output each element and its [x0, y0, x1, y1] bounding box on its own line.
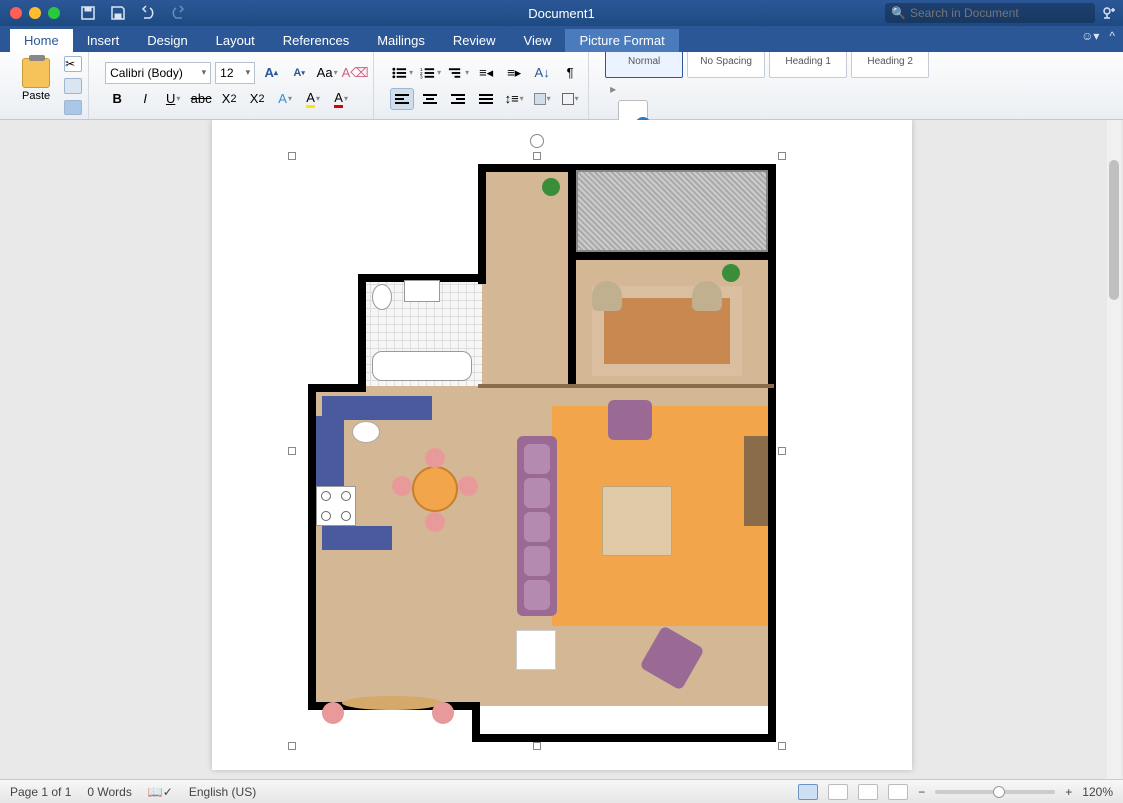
text-effects-button[interactable]: A▾: [273, 88, 297, 110]
paste-label: Paste: [22, 90, 50, 102]
page-indicator[interactable]: Page 1 of 1: [10, 785, 71, 799]
format-painter-icon[interactable]: [64, 100, 82, 116]
strikethrough-button[interactable]: abc: [189, 88, 213, 110]
vertical-scrollbar[interactable]: [1107, 120, 1121, 779]
zoom-level[interactable]: 120%: [1082, 785, 1113, 799]
change-case-button[interactable]: Aa▾: [315, 62, 339, 84]
view-outline-button[interactable]: [858, 784, 878, 800]
align-right-button[interactable]: [446, 88, 470, 110]
clear-formatting-button[interactable]: A⌫: [343, 62, 367, 84]
paste-button[interactable]: Paste: [14, 56, 58, 115]
view-print-layout-button[interactable]: [798, 784, 818, 800]
language-indicator[interactable]: English (US): [189, 785, 256, 799]
floor-plan-image: [292, 156, 782, 746]
tab-layout[interactable]: Layout: [202, 29, 269, 52]
tab-insert[interactable]: Insert: [73, 29, 134, 52]
superscript-button[interactable]: X2: [245, 88, 269, 110]
feedback-icon[interactable]: ☺▾: [1081, 29, 1099, 43]
titlebar: Document1 🔍: [0, 0, 1123, 26]
subscript-button[interactable]: X2: [217, 88, 241, 110]
ribbon-tabs: Home Insert Design Layout References Mai…: [0, 26, 1123, 52]
styles-more-button[interactable]: ▸: [605, 82, 621, 96]
font-name-combo[interactable]: Calibri (Body)▾: [105, 62, 211, 84]
decrease-indent-button[interactable]: ≡◂: [474, 62, 498, 84]
zoom-knob[interactable]: [993, 786, 1005, 798]
scrollbar-thumb[interactable]: [1109, 160, 1119, 300]
statusbar: Page 1 of 1 0 Words 📖✓ English (US) − + …: [0, 779, 1123, 803]
collapse-ribbon-icon[interactable]: ^: [1109, 29, 1115, 43]
font-group: Calibri (Body)▾ 12▾ A▴ A▾ Aa▾ A⌫ B I U▾ …: [99, 52, 374, 119]
clipboard-group: Paste ✂: [8, 52, 89, 119]
page: [212, 120, 912, 770]
redo-icon[interactable]: [170, 5, 186, 21]
bold-button[interactable]: B: [105, 88, 129, 110]
tab-picture-format[interactable]: Picture Format: [565, 29, 678, 52]
styles-group: AaBbCcDdEeNormalAaBbCcDdEeNo SpacingAaBb…: [599, 52, 935, 119]
font-size-combo[interactable]: 12▾: [215, 62, 255, 84]
image-selection[interactable]: [292, 156, 782, 746]
document-area[interactable]: [0, 120, 1123, 779]
shading-button[interactable]: ▾: [530, 88, 554, 110]
zoom-out-button[interactable]: −: [918, 785, 925, 799]
spellcheck-icon[interactable]: 📖✓: [148, 785, 173, 799]
tab-design[interactable]: Design: [133, 29, 201, 52]
tab-review[interactable]: Review: [439, 29, 510, 52]
window-controls: [0, 7, 60, 19]
italic-button[interactable]: I: [133, 88, 157, 110]
save-icon[interactable]: [110, 5, 126, 21]
increase-indent-button[interactable]: ≡▸: [502, 62, 526, 84]
tab-mailings[interactable]: Mailings: [363, 29, 439, 52]
tab-view[interactable]: View: [510, 29, 566, 52]
quick-access: [80, 5, 186, 21]
undo-icon[interactable]: [140, 5, 156, 21]
font-color-button[interactable]: A▾: [329, 88, 353, 110]
bullets-button[interactable]: ▾: [390, 62, 414, 84]
search-input[interactable]: [910, 6, 1089, 20]
zoom-slider[interactable]: [935, 790, 1055, 794]
maximize-window-button[interactable]: [48, 7, 60, 19]
highlight-color-button[interactable]: A▾: [301, 88, 325, 110]
show-marks-button[interactable]: ¶: [558, 62, 582, 84]
rotate-handle[interactable]: [530, 134, 544, 148]
clipboard-icon: [22, 58, 50, 88]
align-left-button[interactable]: [390, 88, 414, 110]
autosave-icon[interactable]: [80, 5, 96, 21]
svg-text:3: 3: [420, 74, 423, 79]
zoom-in-button[interactable]: +: [1065, 785, 1072, 799]
paragraph-group: ▾ 123▾ ▾ ≡◂ ≡▸ A↓ ¶ ↕≡▾ ▾ ▾: [384, 52, 589, 119]
copy-icon[interactable]: [64, 78, 82, 94]
align-center-button[interactable]: [418, 88, 442, 110]
view-web-layout-button[interactable]: [828, 784, 848, 800]
search-icon: 🔍: [891, 6, 906, 20]
close-window-button[interactable]: [10, 7, 22, 19]
tab-home[interactable]: Home: [10, 29, 73, 52]
document-title: Document1: [528, 6, 594, 21]
justify-button[interactable]: [474, 88, 498, 110]
view-draft-button[interactable]: [888, 784, 908, 800]
underline-button[interactable]: U▾: [161, 88, 185, 110]
ribbon: Paste ✂ Calibri (Body)▾ 12▾ A▴ A▾ Aa▾ A⌫…: [0, 52, 1123, 120]
minimize-window-button[interactable]: [29, 7, 41, 19]
cut-icon[interactable]: ✂: [64, 56, 82, 72]
share-button[interactable]: [1095, 4, 1123, 22]
grow-font-button[interactable]: A▴: [259, 62, 283, 84]
tab-references[interactable]: References: [269, 29, 363, 52]
shrink-font-button[interactable]: A▾: [287, 62, 311, 84]
sort-button[interactable]: A↓: [530, 62, 554, 84]
numbering-button[interactable]: 123▾: [418, 62, 442, 84]
font-size-value: 12: [220, 66, 233, 80]
word-count[interactable]: 0 Words: [87, 785, 131, 799]
multilevel-list-button[interactable]: ▾: [446, 62, 470, 84]
borders-button[interactable]: ▾: [558, 88, 582, 110]
search-box[interactable]: 🔍: [885, 3, 1095, 23]
font-name-value: Calibri (Body): [110, 66, 183, 80]
line-spacing-button[interactable]: ↕≡▾: [502, 88, 526, 110]
